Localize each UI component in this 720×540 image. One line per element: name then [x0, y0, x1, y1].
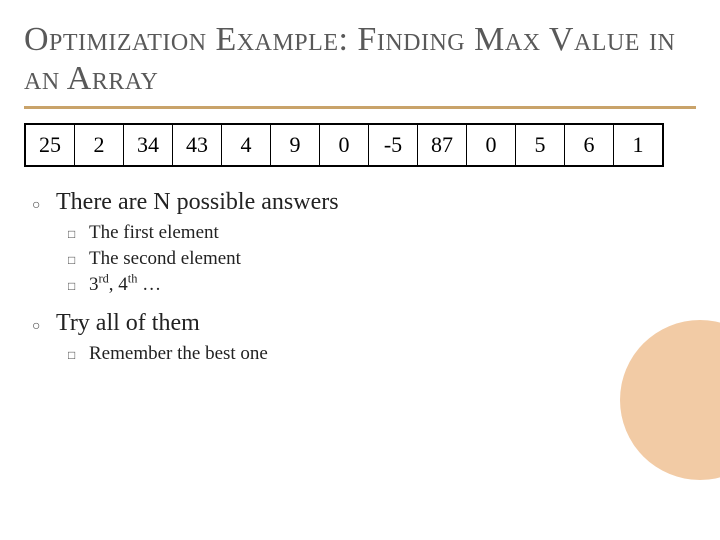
- array-cell: 4: [222, 125, 271, 165]
- array-cell: 0: [320, 125, 369, 165]
- array-cell: -5: [369, 125, 418, 165]
- array-cell: 0: [467, 125, 516, 165]
- slide: Optimization Example: Finding Max Value …: [0, 0, 720, 540]
- array-cell: 9: [271, 125, 320, 165]
- bullet-level2: □ The second element: [68, 248, 696, 270]
- array-table: 25 2 34 43 4 9 0 -5 87 0 5 6 1: [24, 123, 664, 167]
- square-bullet-icon: □: [68, 253, 81, 268]
- square-bullet-icon: □: [68, 279, 81, 294]
- title-underline: [24, 106, 696, 109]
- array-cell: 25: [26, 125, 75, 165]
- array-cell: 1: [614, 125, 662, 165]
- bullet-text: 3rd, 4th …: [89, 274, 161, 296]
- ring-bullet-icon: ○: [32, 319, 46, 335]
- array-cell: 87: [418, 125, 467, 165]
- array-cell: 2: [75, 125, 124, 165]
- array-cell: 6: [565, 125, 614, 165]
- ring-bullet-icon: ○: [32, 198, 46, 214]
- bullet-level2: □ 3rd, 4th …: [68, 274, 696, 296]
- bullet-level2: □ Remember the best one: [68, 343, 696, 365]
- bullet-text: The first element: [89, 222, 219, 244]
- bullet-level1: ○ There are N possible answers: [32, 189, 696, 216]
- square-bullet-icon: □: [68, 227, 81, 242]
- bullet-text: There are N possible answers: [56, 189, 339, 216]
- bullet-text: The second element: [89, 248, 241, 270]
- bullet-level2: □ The first element: [68, 222, 696, 244]
- bullet-text: Try all of them: [56, 310, 200, 337]
- square-bullet-icon: □: [68, 348, 81, 363]
- array-cell: 5: [516, 125, 565, 165]
- bullet-level1: ○ Try all of them: [32, 310, 696, 337]
- bullet-text: Remember the best one: [89, 343, 268, 365]
- array-cell: 34: [124, 125, 173, 165]
- array-cell: 43: [173, 125, 222, 165]
- slide-title: Optimization Example: Finding Max Value …: [24, 20, 696, 98]
